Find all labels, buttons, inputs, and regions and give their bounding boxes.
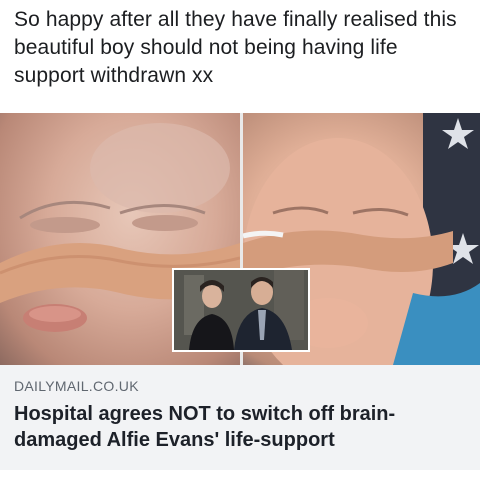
inset-parents-photo bbox=[172, 268, 310, 352]
link-preview-image[interactable] bbox=[0, 113, 480, 365]
link-headline[interactable]: Hospital agrees NOT to switch off brain-… bbox=[14, 401, 469, 453]
post-text: So happy after all they have finally rea… bbox=[14, 8, 457, 87]
link-preview-card[interactable]: DAILYMAIL.CO.UK Hospital agrees NOT to s… bbox=[0, 365, 480, 470]
link-domain: DAILYMAIL.CO.UK bbox=[14, 378, 139, 394]
